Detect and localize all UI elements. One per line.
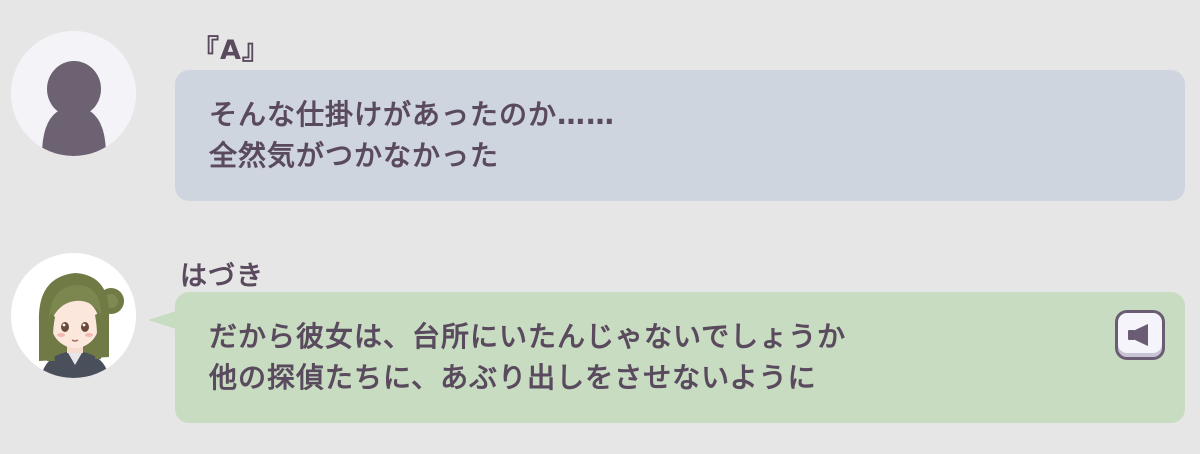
bubble-tail: [148, 311, 176, 329]
voice-play-button[interactable]: [1115, 310, 1165, 360]
avatar: [11, 253, 136, 378]
speaker-name: はづき: [180, 261, 264, 292]
speaker-name: 『A』: [192, 35, 270, 66]
message-bubble: そんな仕掛けがあったのか…… 全然気がつかなかった: [175, 70, 1185, 201]
chat-message: はづき だから彼女は、台所にいたんじゃないでしょうか 他の探偵たちに、あぶり出し…: [0, 240, 1200, 454]
message-line: だから彼女は、台所にいたんじゃないでしょうか: [209, 320, 847, 353]
silhouette-icon: [11, 31, 136, 156]
message-line: そんな仕掛けがあったのか……: [209, 98, 616, 131]
message-line: 全然気がつかなかった: [209, 139, 500, 172]
character-portrait: [11, 253, 136, 378]
speaker-icon: [1128, 324, 1148, 346]
message-bubble: だから彼女は、台所にいたんじゃないでしょうか 他の探偵たちに、あぶり出しをさせな…: [175, 292, 1185, 423]
message-line: 他の探偵たちに、あぶり出しをさせないように: [209, 361, 817, 394]
chat-message: 『A』 そんな仕掛けがあったのか…… 全然気がつかなかった: [0, 0, 1200, 210]
avatar: [11, 31, 136, 156]
